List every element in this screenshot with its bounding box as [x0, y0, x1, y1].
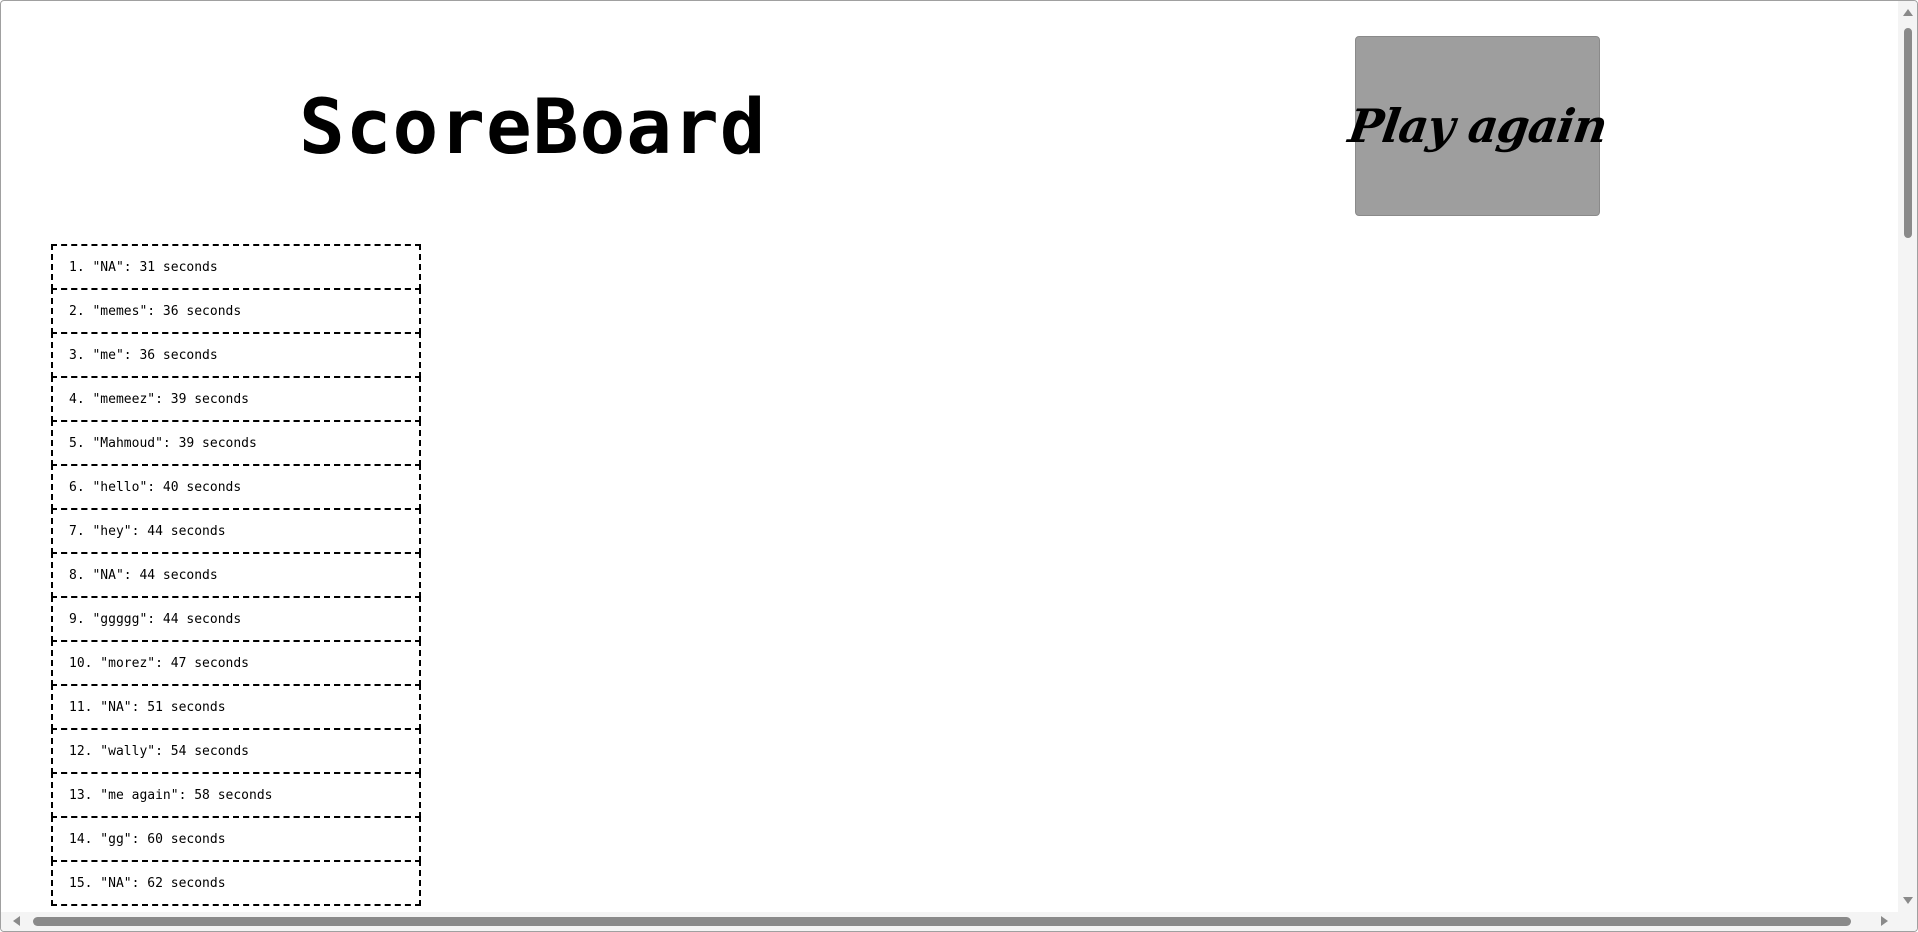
score-item: 5. "Mahmoud": 39 seconds	[51, 420, 421, 466]
score-item: 7. "hey": 44 seconds	[51, 508, 421, 554]
scroll-up-arrow-icon[interactable]	[1903, 9, 1913, 16]
score-item: 14. "gg": 60 seconds	[51, 816, 421, 862]
scroll-down-arrow-icon[interactable]	[1903, 897, 1913, 904]
play-again-button[interactable]: Play again	[1345, 36, 1610, 216]
browser-window: ScoreBoard Play again 1. "NA": 31 second…	[0, 0, 1918, 932]
score-item: 9. "ggggg": 44 seconds	[51, 596, 421, 642]
page-viewport: ScoreBoard Play again 1. "NA": 31 second…	[5, 2, 1898, 912]
vertical-scrollbar[interactable]	[1898, 1, 1917, 912]
scoreboard-list: 1. "NA": 31 seconds 2. "memes": 36 secon…	[51, 244, 421, 906]
score-item: 6. "hello": 40 seconds	[51, 464, 421, 510]
score-item: 13. "me again": 58 seconds	[51, 772, 421, 818]
page-title: ScoreBoard	[299, 82, 767, 171]
score-item: 12. "wally": 54 seconds	[51, 728, 421, 774]
vertical-scroll-thumb[interactable]	[1904, 28, 1912, 238]
scroll-left-arrow-icon[interactable]	[13, 916, 20, 926]
score-item: 2. "memes": 36 seconds	[51, 288, 421, 334]
score-item: 1. "NA": 31 seconds	[51, 244, 421, 290]
score-item: 15. "NA": 62 seconds	[51, 860, 421, 906]
scrollbar-corner	[1898, 912, 1917, 931]
horizontal-scrollbar[interactable]	[1, 912, 1898, 931]
play-again-label: Play again	[1345, 99, 1610, 153]
scroll-right-arrow-icon[interactable]	[1881, 916, 1888, 926]
score-item: 3. "me": 36 seconds	[51, 332, 421, 378]
score-item: 8. "NA": 44 seconds	[51, 552, 421, 598]
horizontal-scroll-thumb[interactable]	[33, 917, 1851, 926]
score-item: 4. "memeez": 39 seconds	[51, 376, 421, 422]
score-item: 11. "NA": 51 seconds	[51, 684, 421, 730]
score-item: 10. "morez": 47 seconds	[51, 640, 421, 686]
